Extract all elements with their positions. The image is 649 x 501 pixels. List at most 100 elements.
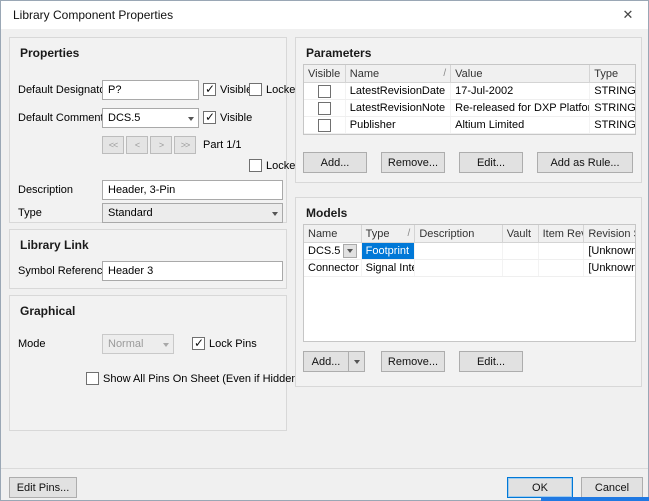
col-label: Type	[594, 68, 618, 80]
col-label: Description	[419, 228, 474, 240]
models-col-revision-status[interactable]: Revision St...	[584, 225, 635, 242]
previous-part-icon: <	[135, 140, 139, 150]
first-part-icon: <<	[109, 140, 118, 150]
last-part-button[interactable]: >>	[174, 136, 196, 154]
models-col-description[interactable]: Description	[415, 225, 502, 242]
close-icon: ✕	[623, 7, 634, 23]
checkbox-unchecked-icon	[86, 372, 99, 385]
ok-button[interactable]: OK	[507, 477, 573, 498]
footer-separator	[1, 468, 648, 469]
button-label: Add...	[321, 157, 350, 169]
default-comment-value: DCS.5	[108, 112, 140, 124]
parameter-value: Altium Limited	[455, 119, 524, 131]
parameters-table-header: Visible Name/ Value Type	[304, 65, 635, 83]
button-label: Cancel	[595, 482, 629, 494]
show-all-pins-label: Show All Pins On Sheet (Even if Hidden)	[103, 373, 301, 385]
screen: Library Component Properties ✕ Propertie…	[0, 0, 649, 501]
checkbox-checked-icon	[192, 337, 205, 350]
add-model-dropdown-button[interactable]	[348, 351, 365, 372]
col-label: Name	[308, 228, 337, 240]
symbol-reference-input[interactable]: Header 3	[102, 261, 283, 281]
parameter-type: STRING	[594, 102, 635, 114]
cancel-button[interactable]: Cancel	[581, 477, 643, 498]
row-visible-checkbox[interactable]	[318, 102, 331, 115]
edit-pins-button[interactable]: Edit Pins...	[9, 477, 77, 498]
parameters-col-visible[interactable]: Visible	[304, 65, 346, 82]
parameter-value: Re-released for DXP Platform.	[455, 102, 590, 114]
button-label: Remove...	[388, 356, 438, 368]
row-visible-checkbox[interactable]	[318, 119, 331, 132]
background-window-strip	[541, 497, 649, 501]
parameter-type: STRING	[594, 85, 635, 97]
button-label: Edit...	[477, 356, 505, 368]
remove-model-button[interactable]: Remove...	[381, 351, 445, 372]
close-button[interactable]: ✕	[608, 1, 648, 29]
type-label: Type	[18, 207, 42, 219]
model-name: DCS.5	[308, 245, 340, 257]
models-group-title: Models	[306, 206, 347, 220]
model-revision-status: [Unknown]	[588, 262, 635, 274]
button-label: Edit Pins...	[17, 482, 70, 494]
library-link-group-title: Library Link	[20, 238, 89, 252]
part-locked-checkbox[interactable]: Locked	[249, 159, 301, 172]
checkbox-checked-icon	[203, 111, 216, 124]
first-part-button[interactable]: <<	[102, 136, 124, 154]
default-comment-combo[interactable]: DCS.5	[102, 108, 199, 128]
models-table[interactable]: Name Type/ Description Vault Item Revisi…	[303, 224, 636, 342]
col-label: Value	[455, 68, 482, 80]
sort-indicator-icon: /	[405, 228, 411, 239]
add-model-button[interactable]: Add...	[303, 351, 349, 372]
models-table-header: Name Type/ Description Vault Item Revisi…	[304, 225, 635, 243]
designator-visible-checkbox[interactable]: Visible	[203, 83, 252, 96]
model-row[interactable]: Connector Signal Integrit [Unknown]	[304, 260, 635, 277]
col-label: Name	[350, 68, 379, 80]
graphical-group: Graphical Mode Normal Lock Pins Show All…	[9, 295, 287, 431]
default-designator-value: P?	[108, 84, 121, 96]
mode-label: Mode	[18, 338, 46, 350]
mode-combo: Normal	[102, 334, 174, 354]
model-name-combo-button[interactable]	[343, 244, 357, 258]
next-part-icon: >	[159, 140, 163, 150]
models-col-item-revision[interactable]: Item Revisi...	[539, 225, 585, 242]
parameter-row[interactable]: LatestRevisionNote Re-released for DXP P…	[304, 100, 635, 117]
parameter-row[interactable]: Publisher Altium Limited STRING	[304, 117, 635, 134]
show-all-pins-checkbox[interactable]: Show All Pins On Sheet (Even if Hidden)	[86, 372, 301, 385]
models-col-name[interactable]: Name	[304, 225, 362, 242]
last-part-icon: >>	[181, 140, 190, 150]
parameters-col-value[interactable]: Value	[451, 65, 590, 82]
model-name: Connector	[308, 262, 359, 274]
type-value: Standard	[108, 207, 153, 219]
models-col-type[interactable]: Type/	[362, 225, 416, 242]
button-label: Add as Rule...	[550, 157, 619, 169]
properties-group-title: Properties	[20, 46, 79, 60]
button-label: OK	[532, 482, 548, 494]
type-combo[interactable]: Standard	[102, 203, 283, 223]
graphical-group-title: Graphical	[20, 304, 75, 318]
parameter-row[interactable]: LatestRevisionDate 17-Jul-2002 STRING	[304, 83, 635, 100]
titlebar[interactable]: Library Component Properties ✕	[1, 1, 648, 29]
add-parameter-button[interactable]: Add...	[303, 152, 367, 173]
parameter-name: LatestRevisionNote	[350, 102, 445, 114]
next-part-button[interactable]: >	[150, 136, 172, 154]
lock-pins-checkbox[interactable]: Lock Pins	[192, 337, 257, 350]
default-designator-input[interactable]: P?	[102, 80, 199, 100]
parameters-col-type[interactable]: Type	[590, 65, 635, 82]
add-as-rule-button[interactable]: Add as Rule...	[537, 152, 633, 173]
parameters-group-title: Parameters	[306, 46, 371, 60]
row-visible-checkbox[interactable]	[318, 85, 331, 98]
comment-visible-checkbox[interactable]: Visible	[203, 111, 252, 124]
model-row[interactable]: DCS.5 Footprint [Unknown]	[304, 243, 635, 260]
description-input[interactable]: Header, 3-Pin	[102, 180, 283, 200]
parameters-col-name[interactable]: Name/	[346, 65, 451, 82]
edit-model-button[interactable]: Edit...	[459, 351, 523, 372]
symbol-reference-label: Symbol Reference	[18, 265, 109, 277]
designator-locked-checkbox[interactable]: Locked	[249, 83, 301, 96]
remove-parameter-button[interactable]: Remove...	[381, 152, 445, 173]
previous-part-button[interactable]: <	[126, 136, 148, 154]
checkbox-checked-icon	[203, 83, 216, 96]
parameters-table[interactable]: Visible Name/ Value Type LatestRevisionD…	[303, 64, 636, 135]
parameter-name: LatestRevisionDate	[350, 85, 445, 97]
selected-cell[interactable]: Footprint	[362, 243, 416, 259]
edit-parameter-button[interactable]: Edit...	[459, 152, 523, 173]
models-col-vault[interactable]: Vault	[503, 225, 539, 242]
